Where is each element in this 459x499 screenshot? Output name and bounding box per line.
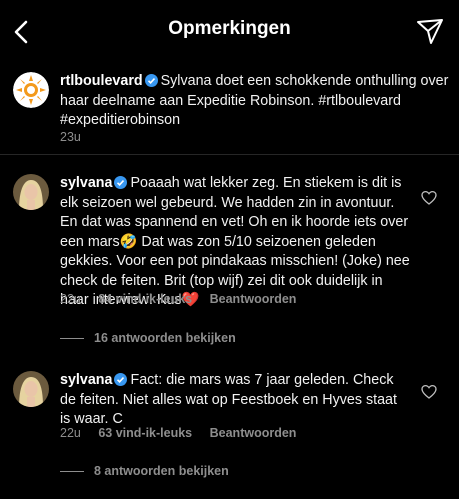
- heart-icon: [421, 190, 437, 205]
- comment-username[interactable]: sylvana: [60, 175, 112, 191]
- replies-line: [60, 338, 84, 340]
- avatar[interactable]: [13, 371, 49, 407]
- comment-item: sylvana Poaaah wat lekker zeg. En stiekem…: [0, 170, 459, 345]
- like-button[interactable]: [421, 190, 437, 206]
- comment-username[interactable]: sylvana: [60, 372, 112, 388]
- comment-item: sylvana Fact: die mars was 7 jaar geleden…: [0, 368, 459, 488]
- view-replies-label: 8 antwoorden bekijken: [94, 464, 229, 478]
- share-button[interactable]: [415, 16, 445, 46]
- verified-badge-icon: [114, 176, 128, 189]
- comment-text: Poaaah wat lekker zeg. En stiekem is dit…: [60, 175, 410, 308]
- reply-button[interactable]: Beantwoorden: [210, 426, 297, 440]
- replies-line: [60, 471, 84, 473]
- likes-count[interactable]: 84 vind-ik-leuks: [98, 292, 192, 306]
- view-replies-link[interactable]: 8 antwoorden bekijken: [60, 464, 229, 478]
- likes-count[interactable]: 63 vind-ik-leuks: [98, 426, 192, 440]
- rtl-boulevard-logo-icon: [13, 72, 49, 108]
- view-replies-link[interactable]: 16 antwoorden bekijken: [60, 331, 236, 345]
- like-button[interactable]: [421, 384, 437, 400]
- page-title: Opmerkingen: [168, 18, 291, 39]
- divider: [0, 154, 459, 155]
- heart-icon: [421, 384, 437, 399]
- verified-badge-icon: [114, 373, 128, 386]
- comment-timestamp: 22u: [60, 426, 81, 440]
- post-timestamp: 23u: [60, 130, 81, 144]
- comment-timestamp: 22u: [60, 292, 81, 306]
- reply-button[interactable]: Beantwoorden: [210, 292, 297, 306]
- paper-plane-icon: [417, 19, 443, 44]
- post-username[interactable]: rtlboulevard: [60, 73, 143, 89]
- avatar[interactable]: [13, 72, 49, 108]
- avatar[interactable]: [13, 174, 49, 210]
- top-bar: Opmerkingen: [0, 0, 459, 64]
- post-caption: rtlboulevard Sylvana doet een schokkende …: [0, 66, 459, 154]
- view-replies-label: 16 antwoorden bekijken: [94, 331, 236, 345]
- user-photo-icon: [13, 371, 49, 407]
- user-photo-icon: [13, 174, 49, 210]
- verified-badge-icon: [144, 74, 158, 87]
